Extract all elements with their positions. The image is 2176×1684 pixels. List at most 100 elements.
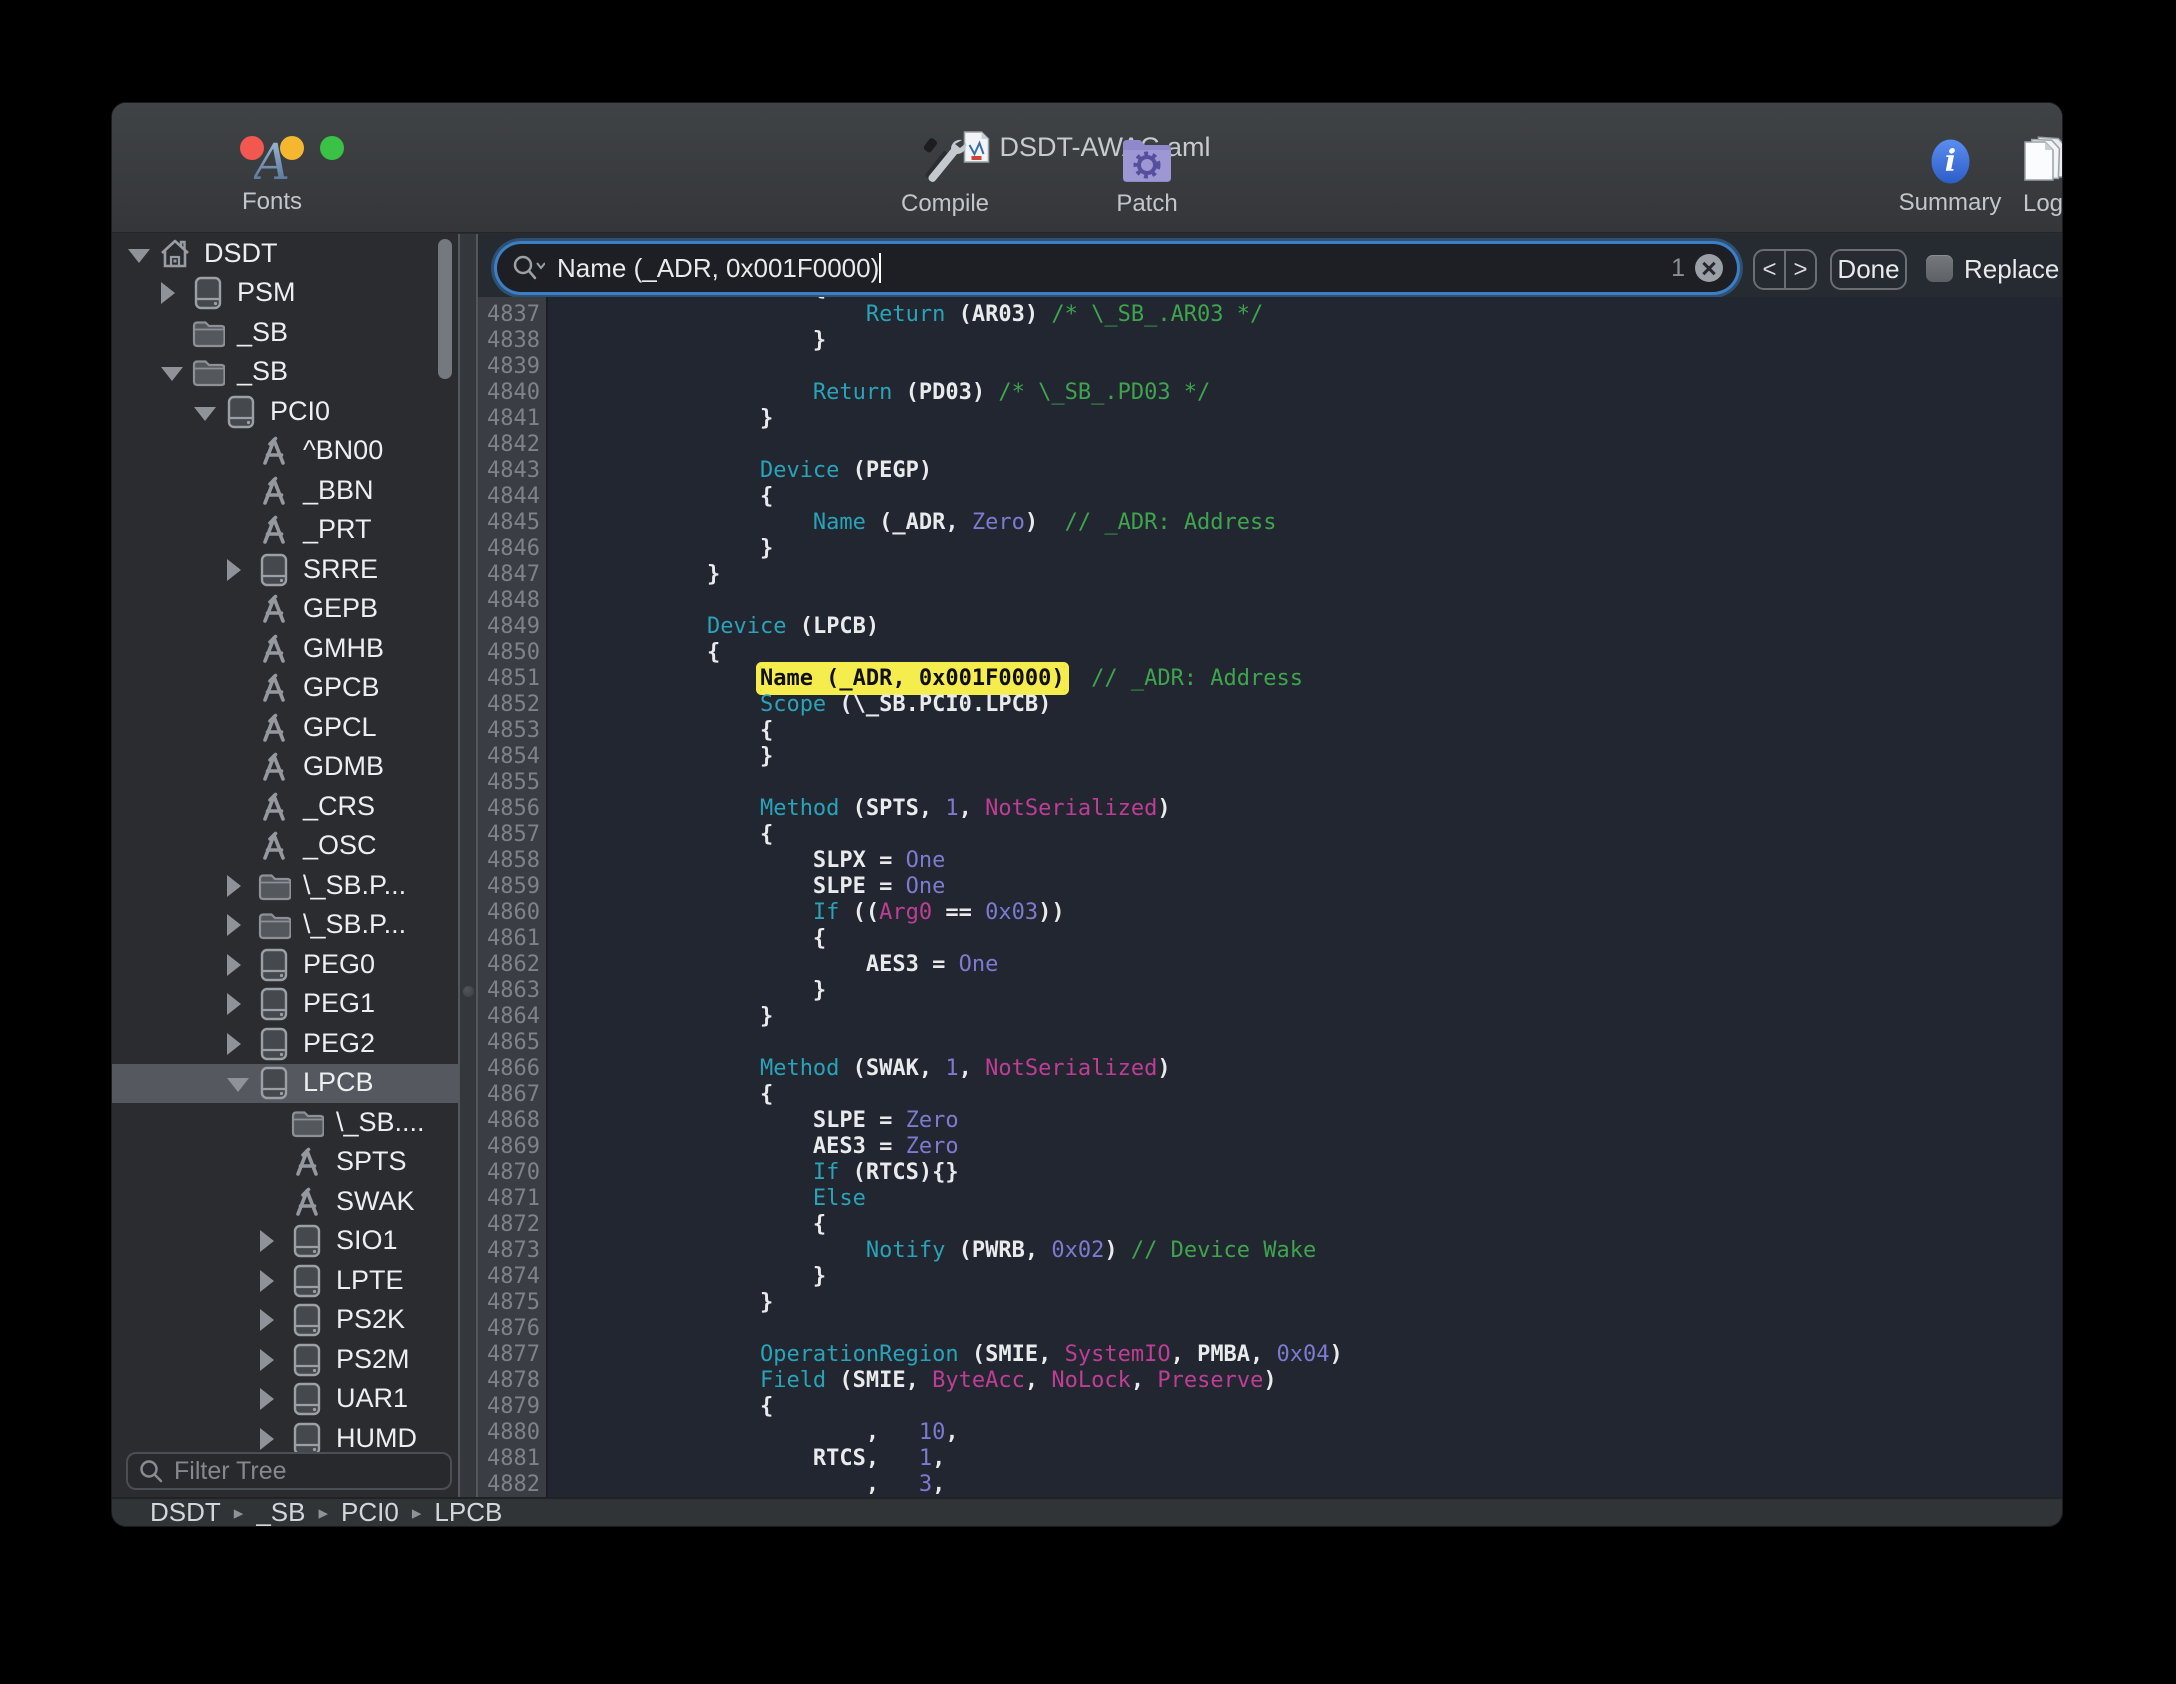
clear-search-icon[interactable] [1695, 254, 1723, 282]
replace-checkbox[interactable] [1926, 255, 1953, 282]
tree-item-spts[interactable]: SPTS [112, 1143, 458, 1183]
code-line-4842: 4842 [478, 432, 2062, 458]
disclosure-right-icon[interactable] [260, 1349, 274, 1371]
disclosure-right-icon[interactable] [227, 954, 241, 976]
disclosure-down-icon[interactable] [161, 367, 183, 381]
tree-item-humd[interactable]: HUMD [112, 1419, 458, 1452]
code-text: Device (PEGP) [548, 458, 932, 484]
tree-item-label: SPTS [336, 1146, 407, 1177]
summary-button[interactable]: i Summary [1897, 138, 2003, 217]
sidebar-scrollbar[interactable] [438, 239, 452, 379]
tree-item-peg1[interactable]: PEG1 [112, 985, 458, 1025]
tree-item-sio1[interactable]: SIO1 [112, 1222, 458, 1262]
tree-item-label: GEPB [303, 593, 378, 624]
code-line-4844: 4844 { [478, 484, 2062, 510]
code-line-4843: 4843 Device (PEGP) [478, 458, 2062, 484]
code-editor[interactable]: 4836 {4837 Return (AR03) /* \_SB_.AR03 *… [478, 297, 2062, 1497]
tree-item-label: \_SB.... [336, 1107, 425, 1138]
tree-item-ps2k[interactable]: PS2K [112, 1301, 458, 1341]
line-number: 4855 [478, 770, 540, 796]
tree-item-sb[interactable]: \_SB.... [112, 1103, 458, 1143]
tree-item-srre[interactable]: SRRE [112, 550, 458, 590]
device-icon [290, 1264, 324, 1298]
disclosure-right-icon[interactable] [227, 559, 241, 581]
disclosure-right-icon[interactable] [161, 282, 175, 304]
disclosure-right-icon[interactable] [227, 914, 241, 936]
disclosure-right-icon[interactable] [260, 1270, 274, 1292]
tree-item-swak[interactable]: SWAK [112, 1182, 458, 1222]
fonts-button[interactable]: A Fonts [230, 140, 314, 216]
tree-item-sb[interactable]: _SB [112, 313, 458, 353]
compile-button[interactable]: Compile [897, 136, 993, 218]
disclosure-down-icon[interactable] [194, 407, 216, 421]
tree-item-prt[interactable]: _PRT [112, 511, 458, 551]
tree-item-sbp[interactable]: \_SB.P... [112, 906, 458, 946]
tree-item-peg2[interactable]: PEG2 [112, 1024, 458, 1064]
code-line-4874: 4874 } [478, 1264, 2062, 1290]
disclosure-right-icon[interactable] [227, 1033, 241, 1055]
tree-item-osc[interactable]: _OSC [112, 827, 458, 867]
disclosure-right-icon[interactable] [260, 1309, 274, 1331]
breadcrumb-item-lpcb[interactable]: LPCB [434, 1497, 502, 1526]
disclosure-down-icon[interactable] [227, 1078, 249, 1092]
tree-item-gmhb[interactable]: GMHB [112, 629, 458, 669]
filter-tree-input[interactable]: Filter Tree [126, 1452, 452, 1490]
breadcrumb-item-pci0[interactable]: PCI0 [341, 1497, 399, 1526]
disclosure-right-icon[interactable] [227, 993, 241, 1015]
find-next-button[interactable]: > [1786, 251, 1815, 288]
tree-item-peg0[interactable]: PEG0 [112, 945, 458, 985]
tree-item-label: _PRT [303, 514, 372, 545]
tree-item-dsdt[interactable]: DSDT [112, 234, 458, 274]
find-input[interactable]: Name (_ADR, 0x001F0000) 1 [497, 244, 1737, 292]
disclosure-right-icon[interactable] [260, 1388, 274, 1410]
code-line-4868: 4868 SLPE = Zero [478, 1108, 2062, 1134]
patch-button[interactable]: Patch [1104, 136, 1190, 218]
tree-item-label: PS2M [336, 1344, 410, 1375]
disclosure-down-icon[interactable] [128, 249, 150, 263]
tree-item-bn00[interactable]: ^BN00 [112, 432, 458, 472]
breadcrumb-item-dsdt[interactable]: DSDT [150, 1497, 221, 1526]
pane-splitter[interactable] [458, 234, 478, 1497]
tree-item-pci0[interactable]: PCI0 [112, 392, 458, 432]
code-text: SLPE = Zero [548, 1108, 959, 1134]
tree-item-gpcl[interactable]: GPCL [112, 708, 458, 748]
tree-item-sb[interactable]: _SB [112, 353, 458, 393]
tree-item-gepb[interactable]: GEPB [112, 590, 458, 630]
device-icon [191, 276, 225, 310]
log-button[interactable]: Log [2010, 136, 2062, 218]
code-line-4860: 4860 If ((Arg0 == 0x03)) [478, 900, 2062, 926]
tree-item-psm[interactable]: PSM [112, 274, 458, 314]
patch-folder-gear-icon [1119, 136, 1175, 186]
acpi-tree-sidebar: DSDTPSM_SB_SBPCI0^BN00_BBN_PRTSRREGEPBGM… [112, 234, 458, 1452]
find-previous-button[interactable]: < [1755, 251, 1786, 288]
disclosure-right-icon[interactable] [260, 1428, 274, 1450]
tree-item-bbn[interactable]: _BBN [112, 471, 458, 511]
zoom-button[interactable] [320, 136, 344, 160]
done-button[interactable]: Done [1830, 249, 1907, 290]
tree-item-crs[interactable]: _CRS [112, 787, 458, 827]
tree-item-gpcb[interactable]: GPCB [112, 669, 458, 709]
tree-item-lpcb[interactable]: LPCB [112, 1064, 458, 1104]
tree-item-uar1[interactable]: UAR1 [112, 1380, 458, 1420]
tree-item-lpte[interactable]: LPTE [112, 1261, 458, 1301]
code-line-4865: 4865 [478, 1030, 2062, 1056]
log-pages-icon [2017, 136, 2062, 186]
line-number: 4847 [478, 562, 540, 588]
code-line-4841: 4841 } [478, 406, 2062, 432]
tree-item-gdmb[interactable]: GDMB [112, 748, 458, 788]
tree-item-label: SRRE [303, 554, 378, 585]
disclosure-right-icon[interactable] [227, 875, 241, 897]
tree-item-sbp[interactable]: \_SB.P... [112, 866, 458, 906]
disclosure-right-icon[interactable] [260, 1230, 274, 1252]
device-icon [290, 1343, 324, 1377]
filter-tree-placeholder: Filter Tree [174, 1457, 287, 1486]
line-number: 4848 [478, 588, 540, 614]
code-line-4840: 4840 Return (PD03) /* \_SB_.PD03 */ [478, 380, 2062, 406]
line-number: 4859 [478, 874, 540, 900]
code-line-4869: 4869 AES3 = Zero [478, 1134, 2062, 1160]
line-number: 4853 [478, 718, 540, 744]
code-line-4875: 4875 } [478, 1290, 2062, 1316]
line-number: 4880 [478, 1420, 540, 1446]
breadcrumb-item-sb[interactable]: _SB [256, 1497, 305, 1526]
tree-item-ps2m[interactable]: PS2M [112, 1340, 458, 1380]
